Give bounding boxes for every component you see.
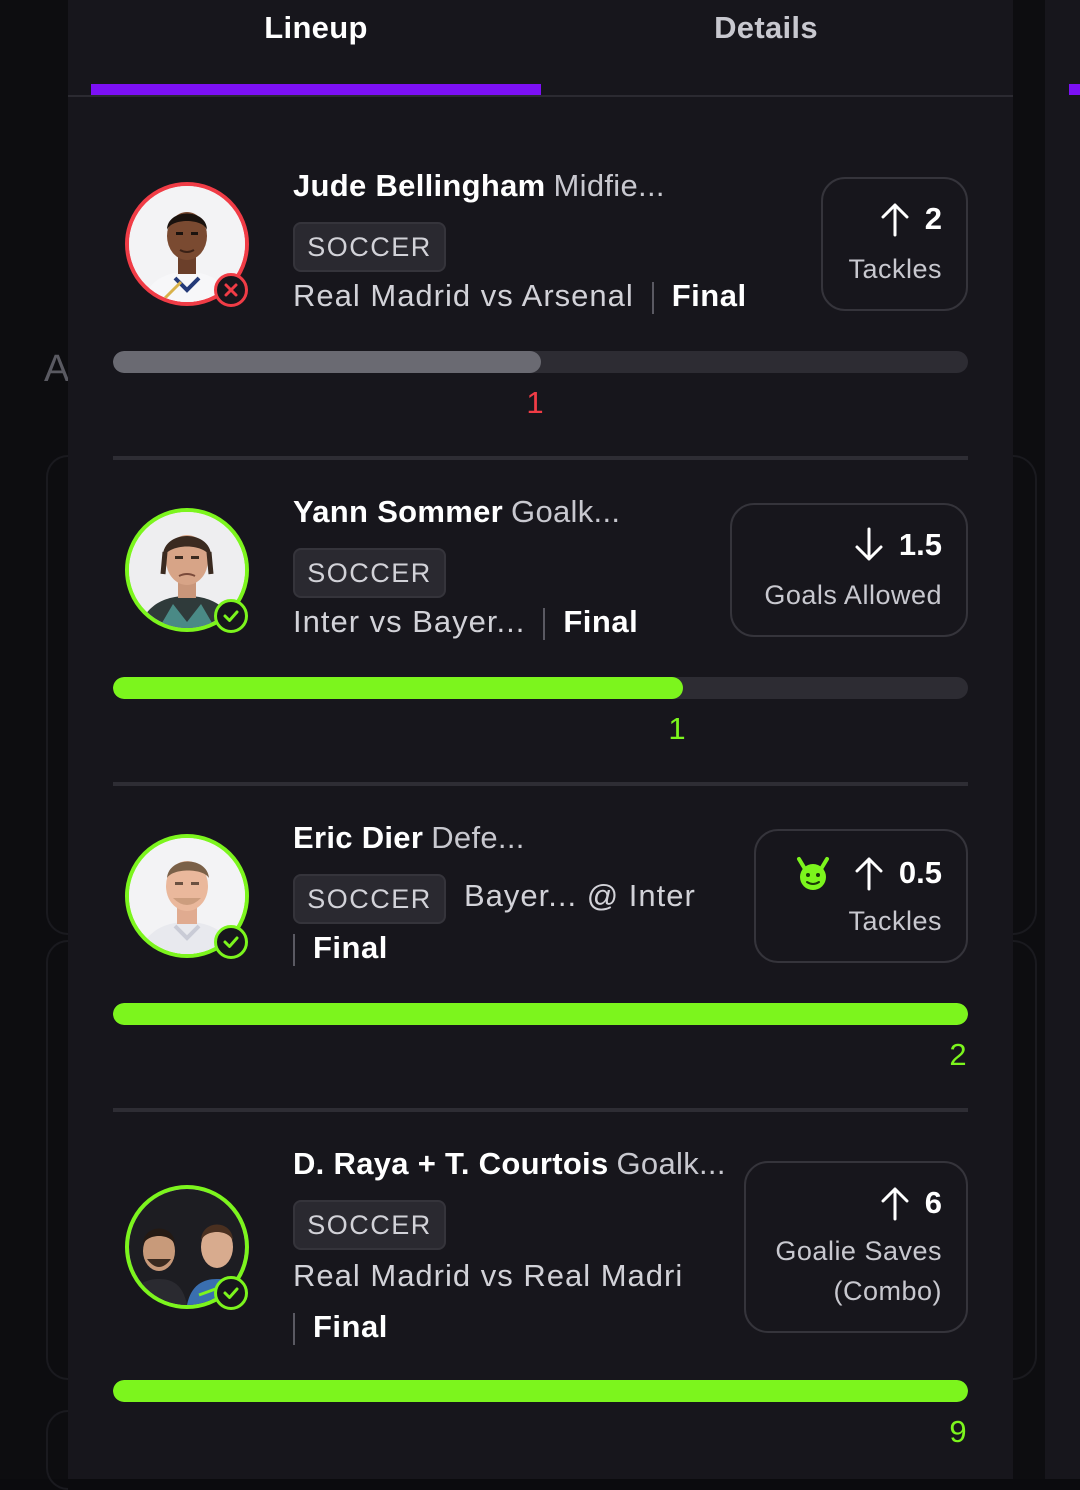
stat-line-value: 6	[924, 1185, 942, 1220]
demon-icon	[793, 853, 833, 893]
match-name: Inter vs Bayer...	[293, 604, 526, 639]
progress-fill	[113, 351, 541, 373]
stat-box[interactable]: 1.5 Goals Allowed	[730, 503, 968, 637]
player-position: Goalk...	[616, 1146, 726, 1181]
arrow-up-icon	[879, 201, 911, 237]
match-name: Bayer... @ Inter	[464, 878, 696, 913]
progress-bar	[113, 351, 968, 373]
active-tab-indicator	[91, 84, 541, 95]
player-line: Eric Dier Defe...	[293, 820, 525, 856]
stat-line-value: 2	[924, 201, 942, 236]
match-name: Real Madrid vs Real Madri	[293, 1258, 684, 1293]
won-badge-icon	[214, 1276, 248, 1310]
won-badge-icon	[214, 599, 248, 633]
sport-tag: SOCCER	[293, 1200, 446, 1250]
tab-details[interactable]: Details	[541, 10, 991, 46]
sport-tag: SOCCER	[293, 222, 446, 272]
pick-card[interactable]: Jude Bellingham Midfie... SOCCER Real Mad…	[68, 130, 1013, 456]
pick-card[interactable]: Yann Sommer Goalk... SOCCER Inter vs Baye…	[68, 456, 1013, 782]
status-line: Final	[293, 930, 388, 966]
progress-bar	[113, 677, 968, 699]
pick-card[interactable]: D. Raya + T. Courtois Goalk... SOCCER Rea…	[68, 1108, 1013, 1479]
tab-lineup[interactable]: Lineup	[91, 10, 541, 46]
background-card-right	[1013, 455, 1037, 935]
player-position: Defe...	[431, 820, 525, 855]
stat-line-value: 1.5	[898, 527, 942, 562]
won-badge-icon	[214, 925, 248, 959]
lost-badge-icon	[214, 273, 248, 307]
stat-line: 0.5	[793, 853, 942, 893]
sport-tag: SOCCER	[293, 874, 446, 924]
background-card-right	[1013, 940, 1037, 1380]
background-card-left	[46, 940, 68, 1380]
background-card-left	[46, 1410, 68, 1490]
status-line: Final	[293, 1309, 388, 1345]
player-name: Eric Dier	[293, 820, 424, 855]
card-divider	[113, 456, 968, 460]
tab-bar-divider	[68, 95, 1013, 97]
stat-box[interactable]: 6 Goalie Saves (Combo)	[744, 1161, 968, 1333]
progress-bar	[113, 1380, 968, 1402]
background-partial-text: A	[44, 348, 70, 390]
player-position: Goalk...	[511, 494, 621, 529]
actual-value: 1	[668, 711, 686, 746]
progress-fill	[113, 1003, 968, 1025]
player-line: Jude Bellingham Midfie...	[293, 168, 665, 204]
card-divider	[113, 1108, 968, 1112]
lineup-panel: Lineup Details Jude Bellingham Midfie...…	[68, 0, 1013, 1479]
stat-line: 2	[879, 201, 942, 237]
stat-label: Tackles	[848, 254, 942, 284]
background-card-left	[46, 455, 68, 935]
game-status: Final	[671, 278, 747, 313]
stat-line: 1.5	[853, 527, 942, 563]
stat-label: Tackles	[848, 906, 942, 936]
separator	[651, 281, 654, 314]
stat-line-value: 0.5	[898, 855, 942, 890]
player-line: D. Raya + T. Courtois Goalk...	[293, 1146, 726, 1182]
separator	[293, 933, 295, 966]
player-name: Yann Sommer	[293, 494, 504, 529]
game-status: Final	[563, 604, 639, 639]
stat-box[interactable]: 0.5 Tackles	[754, 829, 968, 963]
pick-card[interactable]: Eric Dier Defe... SOCCER Bayer... @ Inter…	[68, 782, 1013, 1108]
card-divider	[113, 782, 968, 786]
progress-bar	[113, 1003, 968, 1025]
match-name: Real Madrid vs Arsenal	[293, 278, 634, 313]
progress-fill	[113, 677, 684, 699]
next-panel-edge	[1045, 0, 1080, 1479]
stat-box[interactable]: 2 Tackles	[821, 177, 968, 311]
player-line: Yann Sommer Goalk...	[293, 494, 620, 530]
stat-line: 6	[879, 1185, 942, 1221]
actual-value: 1	[526, 385, 544, 420]
separator	[293, 1312, 295, 1345]
next-panel-tab-accent	[1069, 84, 1080, 95]
sport-tag: SOCCER	[293, 548, 446, 598]
arrow-down-icon	[853, 527, 885, 563]
separator	[543, 607, 546, 640]
match-line: Inter vs Bayer... Final	[293, 604, 638, 640]
arrow-up-icon	[879, 1185, 911, 1221]
match-line: Real Madrid vs Arsenal Final	[293, 278, 747, 314]
stat-label-sub: (Combo)	[833, 1276, 942, 1306]
game-status: Final	[313, 1309, 388, 1344]
player-name: Jude Bellingham	[293, 168, 546, 203]
player-position: Midfie...	[553, 168, 665, 203]
actual-value: 9	[949, 1414, 967, 1449]
arrow-up-icon	[853, 855, 885, 891]
tab-bar: Lineup Details	[68, 0, 1013, 97]
progress-fill	[113, 1380, 968, 1402]
game-status: Final	[313, 930, 388, 965]
stat-label: Goalie Saves	[775, 1236, 942, 1266]
player-name: D. Raya + T. Courtois	[293, 1146, 609, 1181]
actual-value: 2	[949, 1037, 967, 1072]
stat-label: Goals Allowed	[764, 580, 942, 610]
